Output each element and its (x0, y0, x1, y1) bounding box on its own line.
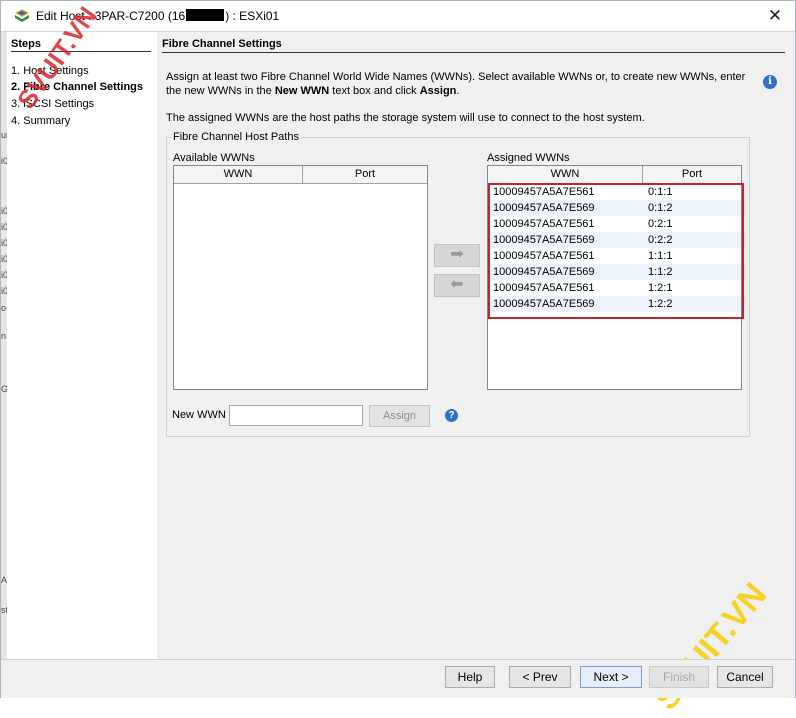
assigned-wwn-row[interactable]: 10009457A5A7E569 1:1:2 (488, 264, 741, 280)
assigned-wwns-table[interactable]: WWN Port 10009457A5A7E561 0:1:1 10009457A5… (487, 165, 742, 390)
move-left-button[interactable]: ⬅ (434, 274, 480, 297)
instruction-host-paths: The assigned WWNs are the host paths the… (166, 112, 645, 124)
assigned-port-cell: 0:2:2 (648, 234, 673, 246)
assigned-port-cell: 0:1:2 (648, 202, 673, 214)
edit-host-dialog: Edit Host : 3PAR-C7200 (16) : ESXi01 ✕ u… (0, 0, 796, 717)
step-fibre-channel-settings[interactable]: 2. Fibre Channel Settings (11, 81, 143, 93)
assigned-wwn-cell: 10009457A5A7E569 (493, 202, 595, 214)
next-button[interactable]: Next > (580, 666, 642, 688)
assigned-port-cell: 1:1:2 (648, 266, 673, 278)
new-wwn-input[interactable] (229, 405, 363, 426)
new-wwn-label: New WWN (172, 409, 226, 421)
assigned-port-cell: 0:1:1 (648, 186, 673, 198)
arrow-left-icon: ⬅ (450, 276, 464, 293)
assigned-wwn-cell: 10009457A5A7E569 (493, 234, 595, 246)
instruction-bold-assign: Assign (419, 85, 457, 97)
step-host-settings[interactable]: 1. Host Settings (11, 65, 89, 77)
help-button[interactable]: Help (445, 666, 495, 688)
main-content: Fibre Channel Settings Assign at least t… (157, 32, 795, 659)
help-icon[interactable]: ? (445, 409, 458, 422)
group-title: Fibre Channel Host Paths (171, 131, 301, 143)
instruction-text: Assign at least two Fibre Channel World … (166, 70, 746, 98)
section-divider (162, 52, 785, 53)
assigned-port-cell: 1:1:1 (648, 250, 673, 262)
assigned-rows: 10009457A5A7E561 0:1:1 10009457A5A7E569 0:1… (488, 184, 741, 312)
assigned-col-port[interactable]: Port (643, 166, 741, 184)
assigned-wwn-cell: 10009457A5A7E569 (493, 266, 595, 278)
move-right-button[interactable]: ➡ (434, 244, 480, 267)
window-title-prefix: Edit Host : 3PAR-C7200 (16 (36, 9, 186, 23)
available-wwns-label: Available WWNs (173, 152, 255, 164)
step-summary[interactable]: 4. Summary (11, 115, 70, 127)
info-icon[interactable]: i (763, 75, 777, 89)
assigned-wwn-cell: 10009457A5A7E569 (493, 298, 595, 310)
available-col-wwn[interactable]: WWN (174, 166, 303, 184)
prev-button[interactable]: < Prev (509, 666, 571, 688)
cancel-button[interactable]: Cancel (717, 666, 773, 688)
step-iscsi-settings[interactable]: 3. iSCSI Settings (11, 98, 94, 110)
assigned-wwns-header: WWN Port (488, 166, 741, 184)
instruction-part3: . (456, 85, 460, 97)
assigned-wwn-row[interactable]: 10009457A5A7E569 0:2:2 (488, 232, 741, 248)
window-title: Edit Host : 3PAR-C7200 (16 ) : ESXi01 (36, 9, 279, 23)
assigned-port-cell: 1:2:2 (648, 298, 673, 310)
assigned-wwn-cell: 10009457A5A7E561 (493, 186, 595, 198)
assigned-wwn-row[interactable]: 10009457A5A7E569 0:1:2 (488, 200, 741, 216)
assigned-wwn-cell: 10009457A5A7E561 (493, 282, 595, 294)
title-bar: Edit Host : 3PAR-C7200 (16 ) : ESXi01 ✕ (1, 1, 795, 32)
assigned-wwns-label: Assigned WWNs (487, 152, 570, 164)
section-title: Fibre Channel Settings (162, 38, 282, 50)
assigned-wwn-row[interactable]: 10009457A5A7E569 1:2:2 (488, 296, 741, 312)
steps-title: Steps (11, 38, 41, 50)
close-icon: ✕ (767, 6, 783, 25)
redacted-block (186, 9, 225, 21)
instruction-part2: text box and click (329, 85, 420, 97)
assigned-wwn-cell: 10009457A5A7E561 (493, 218, 595, 230)
steps-divider (11, 51, 151, 52)
instruction-bold-newwwn: New WWN (274, 85, 330, 97)
window-title-suffix: ) : ESXi01 (225, 9, 280, 23)
finish-button: Finish (649, 666, 709, 688)
available-wwns-table[interactable]: WWN Port (173, 165, 428, 390)
assigned-wwn-row[interactable]: 10009457A5A7E561 1:1:1 (488, 248, 741, 264)
assigned-wwn-row[interactable]: 10009457A5A7E561 0:2:1 (488, 216, 741, 232)
assigned-col-wwn[interactable]: WWN (488, 166, 643, 184)
assigned-wwn-row[interactable]: 10009457A5A7E561 1:2:1 (488, 280, 741, 296)
assigned-port-cell: 0:2:1 (648, 218, 673, 230)
available-wwns-header: WWN Port (174, 166, 427, 184)
assigned-port-cell: 1:2:1 (648, 282, 673, 294)
available-col-port[interactable]: Port (303, 166, 427, 184)
arrow-right-icon: ➡ (450, 246, 464, 263)
assigned-wwn-row[interactable]: 10009457A5A7E561 0:1:1 (488, 184, 741, 200)
steps-pane: Steps 1. Host Settings 2. Fibre Channel … (7, 32, 157, 659)
close-button[interactable]: ✕ (761, 5, 789, 29)
assign-button[interactable]: Assign (369, 405, 430, 427)
app-icon (14, 8, 30, 24)
assigned-wwn-cell: 10009457A5A7E561 (493, 250, 595, 262)
wizard-footer: Help < Prev Next > Finish Cancel (1, 659, 795, 698)
